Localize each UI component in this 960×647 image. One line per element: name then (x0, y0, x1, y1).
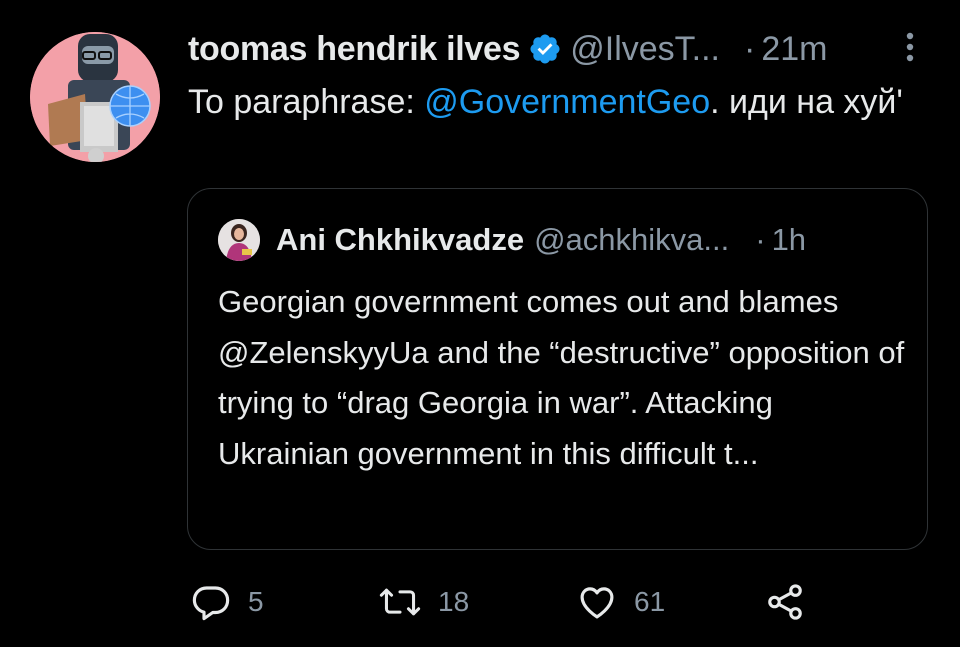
quoted-tweet-timestamp[interactable]: 1h (772, 222, 806, 258)
author-handle[interactable]: @IlvesT... (570, 30, 720, 69)
share-button[interactable] (764, 580, 806, 624)
reply-count: 5 (248, 586, 264, 617)
like-button[interactable]: 61 (576, 580, 665, 624)
retweet-count: 18 (438, 586, 470, 617)
header-separator: · (744, 29, 756, 68)
mention-link[interactable]: @GovernmentGeo (424, 83, 710, 121)
verified-badge-icon (528, 32, 562, 66)
reply-button[interactable]: 5 (190, 580, 264, 624)
quoted-author-handle[interactable]: @achkhikva... (534, 222, 729, 258)
tweet-header: toomas hendrik ilves @IlvesT... · 21m (188, 26, 827, 72)
quoted-header-separator: · (755, 222, 766, 257)
quoted-author-avatar[interactable] (218, 219, 260, 261)
author-avatar[interactable] (30, 32, 160, 162)
tweet-text: To paraphrase: @GovernmentGeo. иди на ху… (188, 78, 928, 126)
tweet-actions-bar: 5 18 61 (190, 580, 930, 624)
like-count: 61 (634, 586, 666, 617)
author-display-name[interactable]: toomas hendrik ilves (188, 30, 521, 69)
tweet-timestamp[interactable]: 21m (761, 30, 827, 69)
retweet-icon (378, 581, 422, 623)
quoted-tweet-text: Georgian government comes out and blames… (218, 284, 905, 471)
reply-icon (190, 581, 232, 623)
share-icon (764, 581, 806, 623)
tweet-text-suffix: . иди на хуй' (710, 83, 903, 121)
tweet-text-prefix: To paraphrase: (188, 83, 425, 121)
quoted-tweet-header: Ani Chkhikvadze @achkhikva... · 1h (276, 217, 806, 263)
more-vertical-icon[interactable] (900, 28, 920, 68)
quoted-tweet[interactable]: Ani Chkhikvadze @achkhikva... · 1h Georg… (187, 188, 928, 550)
heart-icon (576, 581, 618, 623)
retweet-button[interactable]: 18 (378, 580, 469, 624)
tweet-card[interactable]: toomas hendrik ilves @IlvesT... · 21m To… (0, 0, 960, 647)
quoted-author-display-name[interactable]: Ani Chkhikvadze (276, 222, 524, 258)
